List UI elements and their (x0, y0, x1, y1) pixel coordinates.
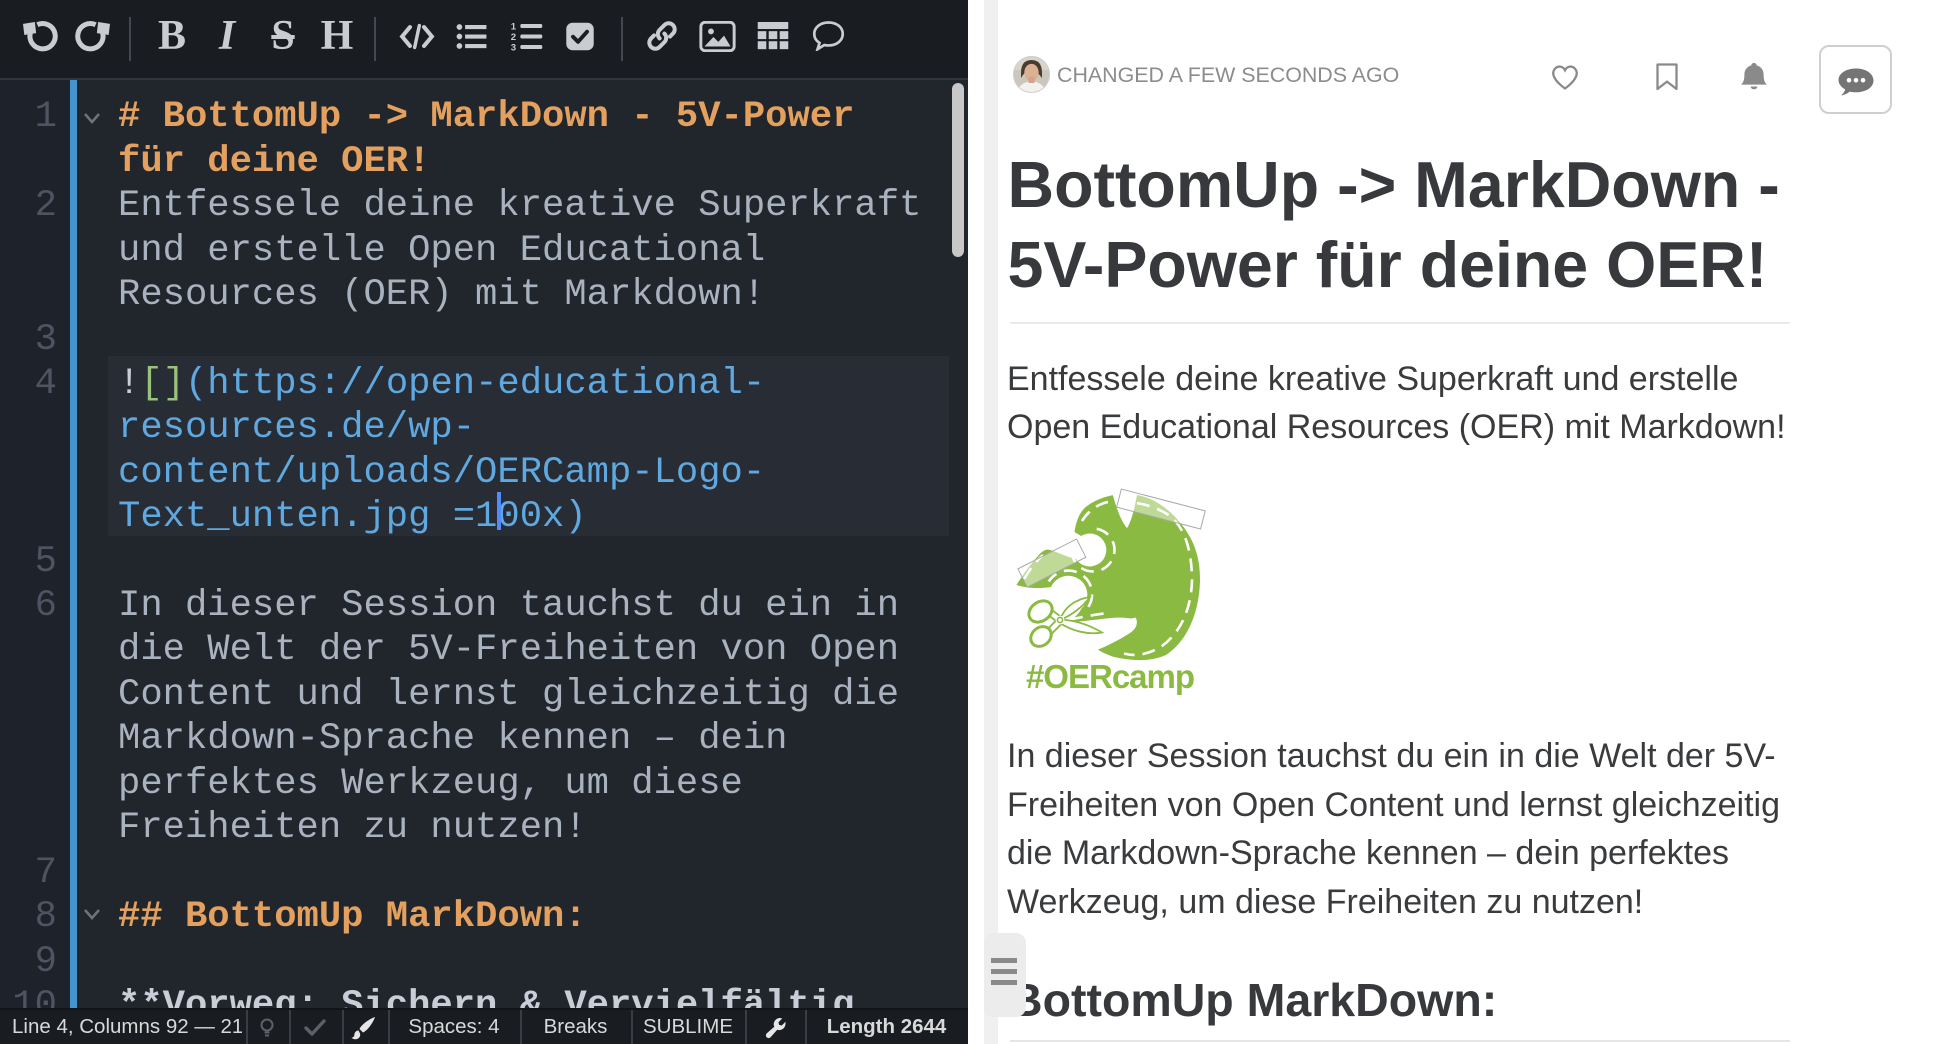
svg-text:1: 1 (510, 21, 516, 32)
svg-text:3: 3 (510, 42, 515, 51)
svg-text:2: 2 (510, 32, 515, 43)
